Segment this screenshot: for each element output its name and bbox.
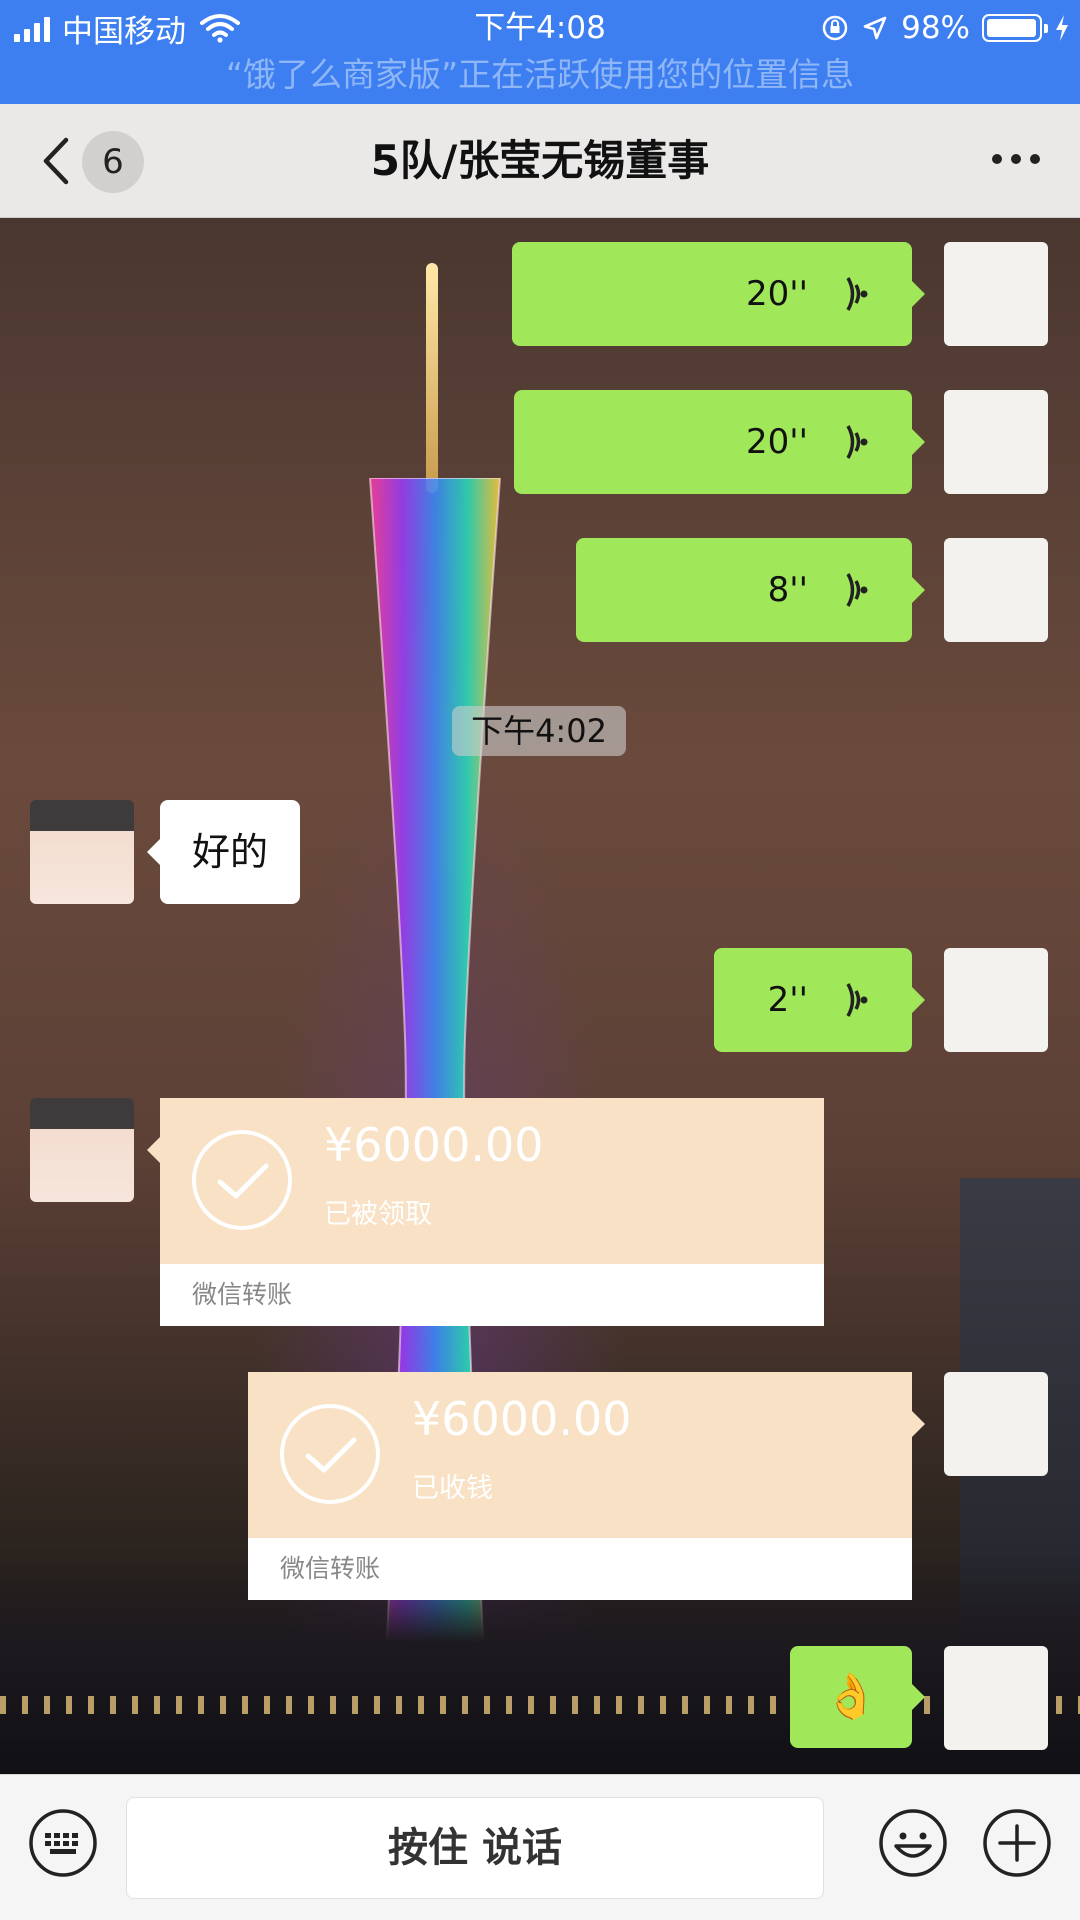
orientation-lock-icon	[822, 15, 848, 41]
location-usage-banner[interactable]: “饿了么商家版”正在活跃使用您的位置信息	[0, 52, 1080, 98]
status-bar: 中国移动 下午4:08 98% “饿了么商家版”正在活跃使用您的位置信息	[0, 0, 1080, 104]
voice-message[interactable]: 2''	[714, 948, 925, 1052]
input-bar: 按住 说话	[0, 1774, 1080, 1920]
voice-duration: 20''	[746, 274, 808, 314]
transfer-card-body: ¥6000.00 已收钱	[248, 1372, 912, 1538]
battery-icon	[982, 14, 1048, 42]
status-right: 98%	[821, 8, 1070, 48]
transfer-status: 已被领取	[324, 1199, 432, 1230]
voice-duration: 8''	[767, 570, 808, 610]
my-avatar[interactable]	[944, 242, 1048, 346]
voice-wave-icon	[846, 573, 868, 607]
time-divider: 下午4:02	[452, 706, 626, 756]
text-message[interactable]: 好的	[146, 800, 301, 904]
transfer-card[interactable]: ¥6000.00 已收钱 微信转账	[248, 1372, 925, 1600]
voice-message[interactable]: 8''	[576, 538, 925, 642]
wallpaper-spire	[426, 263, 438, 493]
plus-more-icon[interactable]	[982, 1808, 1052, 1878]
transfer-card-body: ¥6000.00 已被领取	[160, 1098, 824, 1264]
transfer-status: 已收钱	[412, 1473, 493, 1504]
transfer-amount: ¥6000.00	[324, 1118, 544, 1172]
check-circle-icon	[280, 1404, 380, 1504]
keyboard-icon[interactable]	[28, 1808, 98, 1878]
hold-to-talk-button[interactable]: 按住 说话	[126, 1797, 824, 1899]
chat-title: 5队/张莹无锡董事	[370, 136, 710, 185]
voice-wave-icon	[846, 425, 868, 459]
contact-avatar[interactable]	[30, 800, 134, 904]
voice-message[interactable]: 20''	[512, 242, 925, 346]
location-arrow-icon	[863, 16, 887, 40]
voice-wave-icon	[846, 277, 868, 311]
chat-messages[interactable]: 20'' 20'' 8'' 下午4:02 好的 2'' ¥6000.00 已被领…	[0, 218, 1080, 1774]
battery-fill	[987, 19, 1036, 37]
more-options-icon[interactable]	[992, 154, 1040, 168]
voice-wave-icon	[846, 983, 868, 1017]
chat-header: 6 5队/张莹无锡董事	[0, 104, 1080, 218]
my-avatar[interactable]	[944, 1372, 1048, 1476]
transfer-amount: ¥6000.00	[412, 1392, 632, 1446]
transfer-card[interactable]: ¥6000.00 已被领取 微信转账	[147, 1098, 824, 1326]
check-circle-icon	[192, 1130, 292, 1230]
my-avatar[interactable]	[944, 390, 1048, 494]
my-avatar[interactable]	[944, 538, 1048, 642]
voice-message[interactable]: 20''	[514, 390, 925, 494]
my-avatar[interactable]	[944, 1646, 1048, 1750]
transfer-label: 微信转账	[248, 1538, 912, 1600]
transfer-label: 微信转账	[160, 1264, 824, 1326]
charging-bolt-icon	[1056, 15, 1068, 41]
voice-duration: 2''	[767, 980, 808, 1020]
battery-percent: 98%	[901, 10, 970, 46]
my-avatar[interactable]	[944, 948, 1048, 1052]
emoji-face-icon[interactable]	[878, 1808, 948, 1878]
voice-duration: 20''	[746, 422, 808, 462]
contact-avatar[interactable]	[30, 1098, 134, 1202]
emoji-message[interactable]: 👌	[790, 1646, 925, 1748]
